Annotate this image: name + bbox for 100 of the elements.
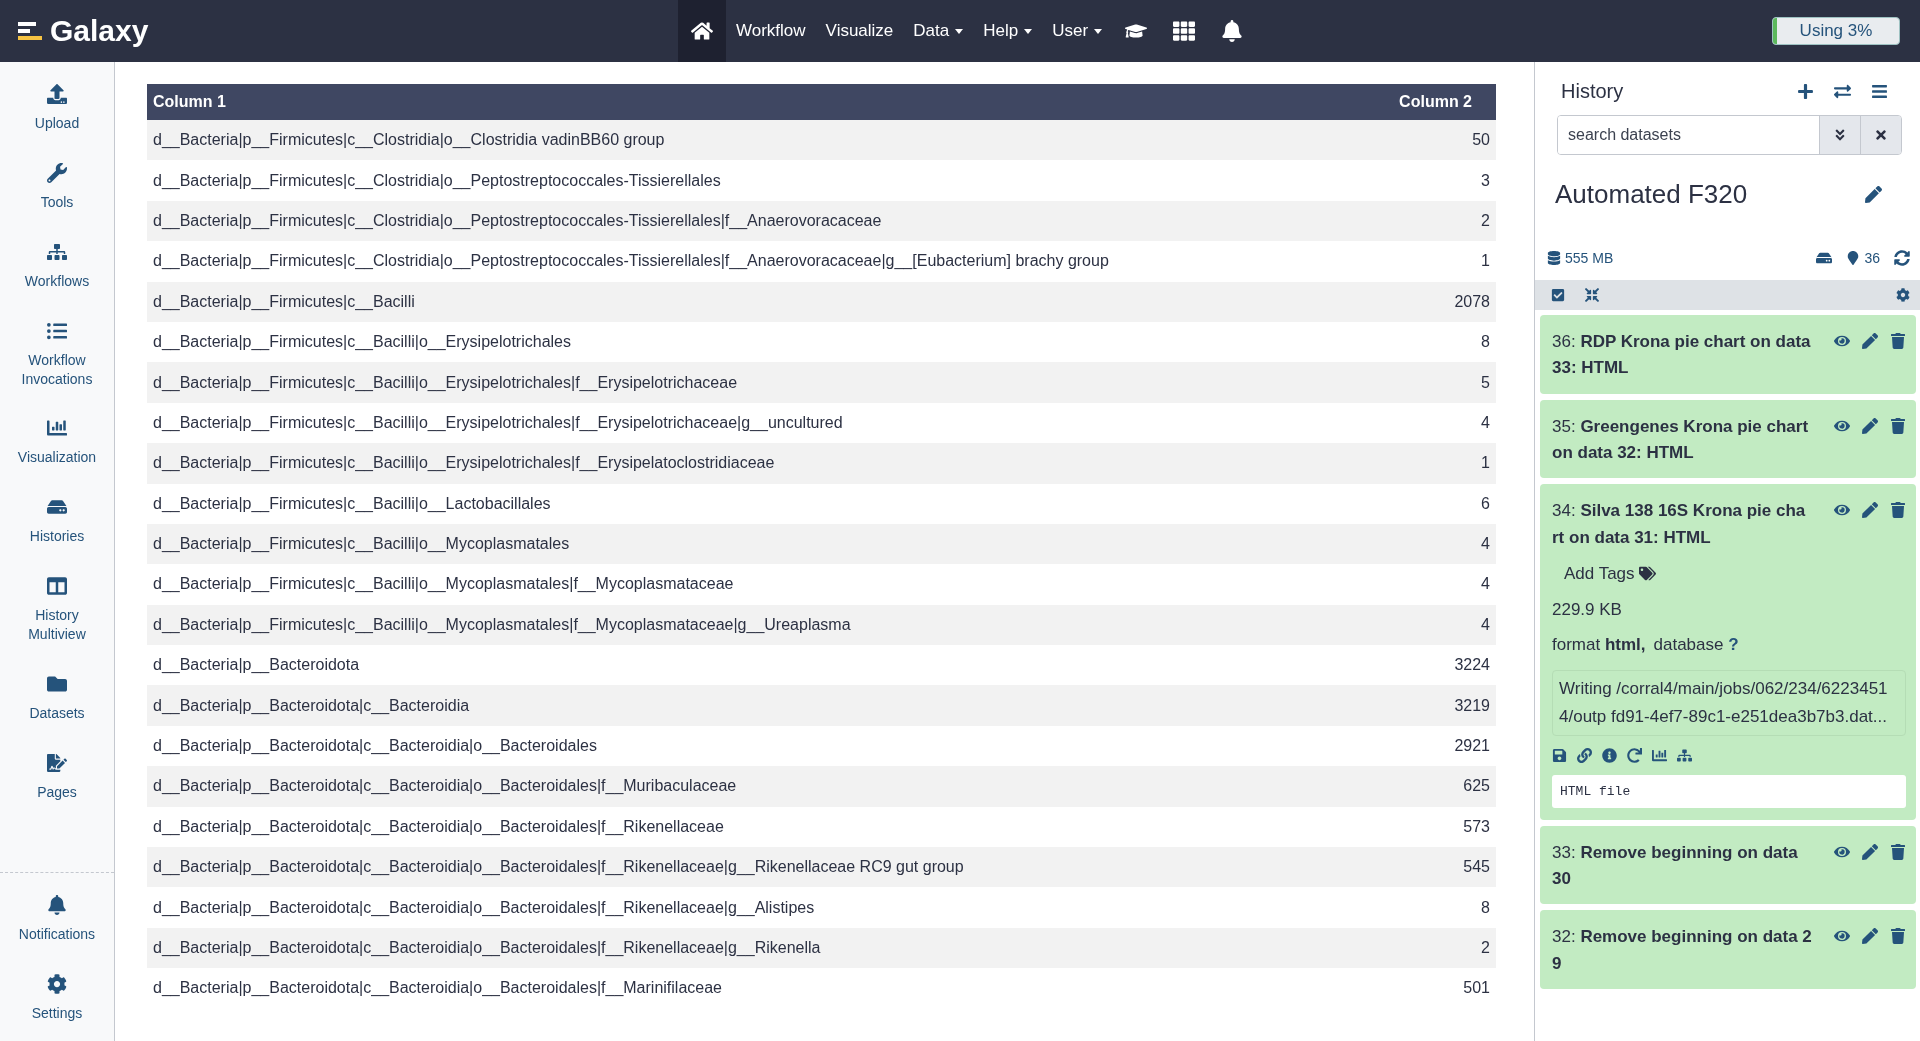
drive-icon[interactable] xyxy=(1816,250,1833,266)
sidebar-item[interactable]: Settings xyxy=(0,956,114,1035)
table-cell: 3 xyxy=(1366,160,1496,201)
pencil-icon[interactable] xyxy=(1862,502,1878,519)
bell-icon xyxy=(47,895,67,916)
panel-title: History xyxy=(1561,80,1625,103)
quota-meter[interactable]: Using 3% xyxy=(1772,17,1900,45)
dataset-count[interactable]: 36 xyxy=(1864,250,1880,266)
sidebar-label: Datasets xyxy=(29,704,85,723)
dataset-title[interactable]: 32: Remove beginning on data 2 9 xyxy=(1552,924,1826,978)
trash-icon[interactable] xyxy=(1890,928,1906,945)
table-cell: d__Bacteria|p__Bacteroidota|c__Bacteroidia|o__Bacteroidales|f__Marinifilaceae xyxy=(147,968,1367,1009)
sidebar-item[interactable]: Workflow Invocations xyxy=(0,302,114,401)
nav-dropdown[interactable]: Data xyxy=(903,0,974,62)
job-info-text: Writing /corral4/main/jobs/062/234/62234514/outp fd91-4ef7-89c1-e251dea3b7b3.dat... xyxy=(1552,669,1906,736)
dataset-item[interactable]: 33: Remove beginning on data 30 xyxy=(1540,825,1916,905)
table-cell: 8 xyxy=(1366,887,1496,928)
settings-icon xyxy=(47,974,67,995)
table-cell: 3224 xyxy=(1366,645,1496,686)
sidebar-item[interactable]: Tools xyxy=(0,144,114,224)
pencil-icon[interactable] xyxy=(1862,333,1878,349)
sidebar-item[interactable]: Workflows xyxy=(0,223,114,303)
table-cell: 2 xyxy=(1366,927,1496,969)
sitemap-icon xyxy=(47,241,67,262)
wrench-icon xyxy=(47,162,67,183)
eye-icon[interactable] xyxy=(1834,333,1850,349)
advanced-search-button[interactable] xyxy=(1819,116,1860,154)
dataset-title[interactable]: 34: Silva 138 16S Krona pie cha rt on data 31: HTML xyxy=(1552,498,1826,552)
save-icon[interactable] xyxy=(1552,747,1567,763)
info-icon[interactable] xyxy=(1602,747,1617,763)
table-cell: d__Bacteria|p__Firmicutes|c__Bacilli|o__Mycoplasmatales|f__Mycoplasmataceae|g__Ureaplasma xyxy=(147,604,1367,646)
link-icon[interactable] xyxy=(1577,747,1592,763)
sidebar-item[interactable]: Histories xyxy=(0,479,114,559)
trash-icon[interactable] xyxy=(1890,417,1906,434)
trash-icon[interactable] xyxy=(1890,502,1906,519)
history-name: Automated F320 xyxy=(1555,179,1749,210)
trash-icon[interactable] xyxy=(1890,843,1906,860)
dataset-item[interactable]: 34: Silva 138 16S Krona pie cha rt on data 31: HTML Add Tags 229.9 KB format html, database ? Writing /corral4/main/jobs/062/234/62234514/outp fd91-4ef7-89c1-e251dea3b7b3.dat... HTML file xyxy=(1540,484,1916,820)
search-field[interactable]: search datasets xyxy=(1557,115,1902,155)
sidebar-item[interactable]: Pages xyxy=(0,734,114,814)
sidebar-item[interactable]: Datasets xyxy=(0,656,114,735)
table-cell: d__Bacteria|p__Firmicutes|c__Bacilli|o__Mycoplasmatales|f__Mycoplasmataceae xyxy=(147,564,1367,605)
collapse-icon[interactable] xyxy=(1585,288,1599,302)
sitemap-icon[interactable] xyxy=(1677,747,1692,763)
sidebar-item[interactable]: History Multiview xyxy=(0,558,114,656)
table-cell: d__Bacteria|p__Bacteroidota|c__Bacteroidia|o__Bacteroidales|f__Rikenellaceae|g__Rikenellaceae RC9 gut group xyxy=(147,847,1367,888)
bar-chart-icon xyxy=(47,418,67,439)
column-header: Column 2 xyxy=(1366,84,1496,120)
sidebar-item[interactable]: Visualization xyxy=(0,400,114,480)
refresh-icon[interactable] xyxy=(1894,250,1910,266)
table-cell: 5 xyxy=(1366,362,1496,403)
table-cell: d__Bacteria|p__Firmicutes|c__Bacilli|o__Erysipelotrichales|f__Erysipelotrichaceae xyxy=(147,362,1367,403)
sidebar-label: Settings xyxy=(31,1004,83,1023)
rerun-icon[interactable] xyxy=(1627,747,1642,763)
trash-icon[interactable] xyxy=(1890,333,1906,349)
dataset-item[interactable]: 32: Remove beginning on data 2 9 xyxy=(1540,910,1916,990)
pencil-icon[interactable] xyxy=(1862,843,1878,860)
upload-icon xyxy=(47,84,67,104)
table-cell: d__Bacteria|p__Firmicutes|c__Bacilli xyxy=(147,281,1367,322)
table-cell: d__Bacteria|p__Firmicutes|c__Bacilli|o__Erysipelotrichales|f__Erysipelatoclostridiaceae xyxy=(147,443,1367,484)
home-icon[interactable] xyxy=(678,0,726,62)
chart-icon[interactable] xyxy=(1652,747,1667,763)
sidebar-label: Tools xyxy=(40,192,74,212)
table-cell: d__Bacteria|p__Bacteroidota|c__Bacteroidia|o__Bacteroidales|f__Muribaculaceae xyxy=(147,766,1367,807)
format-text: format html, xyxy=(1552,634,1646,657)
table-cell: 4 xyxy=(1366,564,1496,605)
nav-link[interactable]: Visualize xyxy=(815,0,904,62)
table-cell: 2078 xyxy=(1366,281,1496,322)
add-tags-link[interactable]: Add Tags xyxy=(1564,561,1635,587)
nav-dropdown[interactable]: Help xyxy=(973,0,1043,62)
brand-name[interactable]: Galaxy xyxy=(50,14,149,48)
pencil-icon[interactable] xyxy=(1862,928,1878,945)
dataset-title[interactable]: 35: Greengenes Krona pie chart on data 32: HTML xyxy=(1552,413,1826,467)
sidebar-item[interactable]: Notifications xyxy=(0,877,114,957)
table-cell: d__Bacteria|p__Firmicutes|c__Bacilli|o__Mycoplasmatales xyxy=(147,523,1367,565)
settings-icon[interactable] xyxy=(1896,288,1910,302)
table-cell: 501 xyxy=(1366,968,1496,1009)
dataset-title[interactable]: 33: Remove beginning on data 30 xyxy=(1552,839,1826,893)
table-cell: d__Bacteria|p__Bacteroidota|c__Bacteroidia xyxy=(147,685,1367,726)
table-cell: 1 xyxy=(1366,241,1496,282)
nav-link[interactable]: Workflow xyxy=(726,0,816,62)
history-size[interactable]: 555 MB xyxy=(1565,250,1614,266)
database-text: database ? xyxy=(1653,634,1739,657)
sidebar-label: Visualization xyxy=(17,448,97,468)
document-icon xyxy=(47,752,67,773)
dataset-item[interactable]: 35: Greengenes Krona pie chart on data 32: HTML xyxy=(1540,399,1916,479)
table-cell: 4 xyxy=(1366,604,1496,646)
double-chevron-icon xyxy=(1833,128,1847,142)
table-cell: d__Bacteria|p__Firmicutes|c__Clostridia|o__Clostridia vadinBB60 group xyxy=(147,120,1367,161)
pencil-icon[interactable] xyxy=(1862,417,1878,434)
close-icon xyxy=(1874,128,1888,142)
table-cell: d__Bacteria|p__Firmicutes|c__Bacilli|o__Erysipelotrichales|f__Erysipelotrichaceae|g__uncultured xyxy=(147,402,1367,444)
sidebar-item[interactable]: Upload xyxy=(0,66,114,145)
sidebar-label: Upload xyxy=(34,114,80,133)
dataset-item[interactable]: 36: RDP Krona pie chart on data 33: HTML xyxy=(1540,315,1916,394)
table-cell: 2 xyxy=(1366,200,1496,242)
checkbox-icon[interactable] xyxy=(1551,288,1565,302)
nav-dropdown[interactable]: User xyxy=(1042,0,1113,62)
clear-button[interactable] xyxy=(1860,116,1901,154)
dataset-title[interactable]: 36: RDP Krona pie chart on data 33: HTML xyxy=(1552,329,1826,382)
